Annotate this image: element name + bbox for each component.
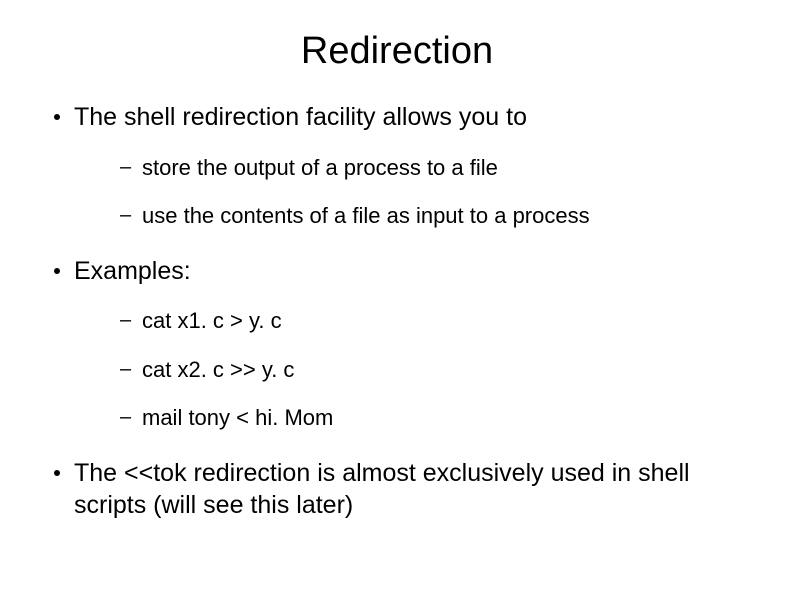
subitem: use the contents of a file as input to a…: [114, 202, 754, 231]
list-item-text: Examples:: [74, 257, 191, 285]
bullet-list: The shell redirection facility allows yo…: [40, 101, 754, 522]
subitem: store the output of a process to a file: [114, 154, 754, 183]
list-item: Examples: cat x1. c > y. c cat x2. c >> …: [40, 255, 754, 433]
list-item: The shell redirection facility allows yo…: [40, 101, 754, 231]
list-item-text: The <<tok redirection is almost exclusiv…: [74, 459, 690, 520]
list-item: The <<tok redirection is almost exclusiv…: [40, 457, 754, 522]
list-item-text: The shell redirection facility allows yo…: [74, 103, 527, 131]
subitem: cat x2. c >> y. c: [114, 356, 754, 385]
sublist: store the output of a process to a file …: [74, 154, 754, 231]
subitem: cat x1. c > y. c: [114, 307, 754, 336]
slide-title: Redirection: [40, 30, 754, 73]
subitem: mail tony < hi. Mom: [114, 404, 754, 433]
sublist: cat x1. c > y. c cat x2. c >> y. c mail …: [74, 307, 754, 433]
